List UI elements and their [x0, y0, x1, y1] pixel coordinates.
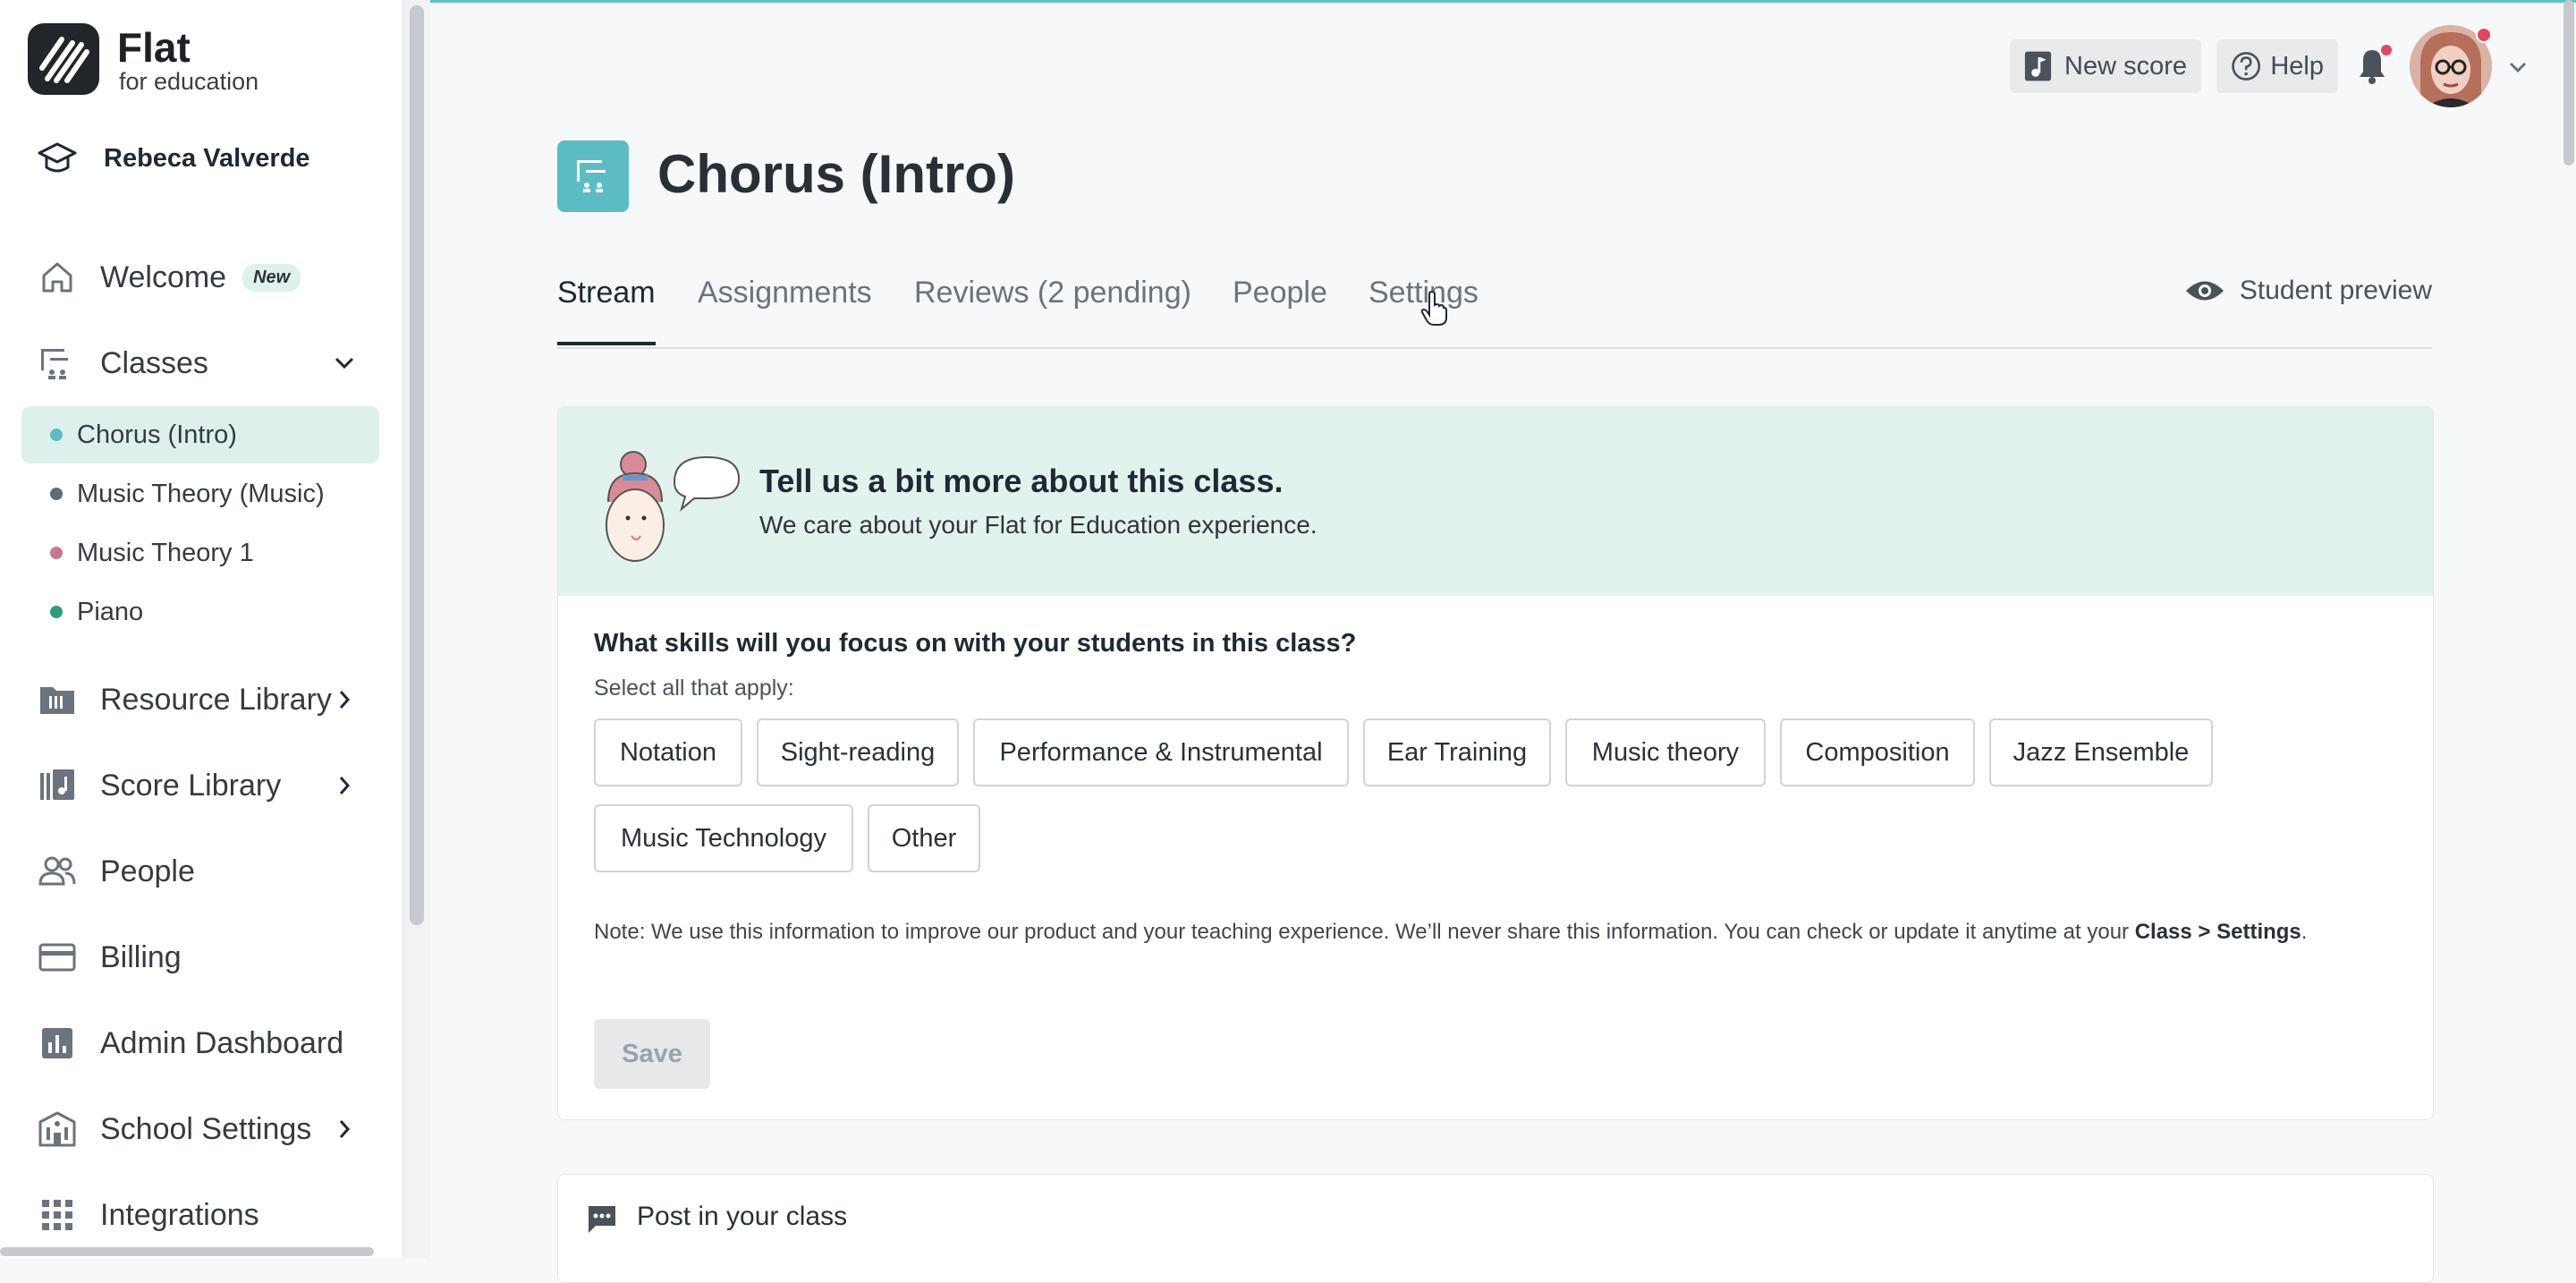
privacy-note-text: Note: We use this information to improve…: [594, 920, 2135, 944]
class-item-label: Music Theory 1: [77, 538, 254, 567]
classes-icon: [38, 344, 77, 383]
sidebar-item-label: People: [100, 854, 195, 888]
notification-dot: [2381, 45, 2392, 55]
sidebar-item-label: Score Library: [100, 768, 282, 803]
tab-assignments[interactable]: Assignments: [698, 276, 872, 310]
privacy-note-end: .: [2301, 920, 2308, 944]
student-preview-button[interactable]: Student preview: [2184, 276, 2432, 306]
music-note-icon: [2024, 51, 2052, 81]
sidebar-scrollbar-thumb[interactable]: [410, 5, 424, 925]
new-score-label: New score: [2064, 51, 2187, 81]
sidebar-item-admin-dashboard[interactable]: Admin Dashboard: [38, 1018, 343, 1068]
skill-option-music-technology[interactable]: Music Technology: [594, 804, 853, 872]
survey-hint: Select all that apply:: [594, 675, 794, 701]
avatar-status-dot: [2476, 27, 2492, 43]
class-icon: [557, 140, 629, 212]
class-settings-link[interactable]: Class > Settings: [2135, 920, 2301, 944]
graduation-cap-icon: [38, 142, 77, 173]
user-name: Rebeca Valverde: [104, 143, 310, 173]
class-item-label: Music Theory (Music): [77, 479, 325, 508]
class-item-label: Piano: [77, 597, 144, 626]
brand-tagline: for education: [119, 68, 259, 95]
eye-icon: [2185, 281, 2224, 301]
student-preview-label: Student preview: [2239, 276, 2432, 305]
school-icon: [38, 1109, 77, 1149]
help-label: Help: [2270, 51, 2324, 81]
class-color-dot: [50, 488, 63, 500]
sidebar-item-welcome[interactable]: Welcome New: [38, 252, 301, 302]
class-color-dot: [50, 429, 63, 441]
survey-title: Tell us a bit more about this class.: [759, 463, 1284, 499]
grid-icon: [38, 1195, 77, 1235]
sidebar-item-label: Billing: [100, 939, 182, 974]
chevron-down-icon[interactable]: [331, 350, 358, 377]
skill-option-performance-instrumental[interactable]: Performance & Instrumental: [973, 718, 1349, 786]
user-profile-row[interactable]: Rebeca Valverde: [38, 139, 310, 178]
skill-option-other[interactable]: Other: [868, 804, 980, 872]
tab-stream[interactable]: Stream: [557, 276, 656, 310]
skill-option-jazz-ensemble[interactable]: Jazz Ensemble: [1989, 718, 2213, 786]
class-color-dot: [50, 547, 63, 559]
class-item-label: Chorus (Intro): [77, 420, 237, 449]
sidebar-item-label: School Settings: [100, 1111, 312, 1146]
chevron-right-icon[interactable]: [331, 686, 358, 713]
survey-question: What skills will you focus on with your …: [594, 629, 1357, 658]
tab-people[interactable]: People: [1233, 276, 1327, 310]
tab-reviews[interactable]: Reviews (2 pending): [914, 276, 1191, 310]
skill-option-music-theory[interactable]: Music theory: [1565, 718, 1766, 786]
comment-icon: [589, 1206, 615, 1233]
skill-option-notation[interactable]: Notation: [594, 718, 742, 786]
sidebar-item-score-library[interactable]: Score Library: [38, 760, 281, 811]
sidebar: Flat for education Rebeca Valverde Welco…: [0, 0, 403, 1258]
active-tab-indicator: [557, 342, 656, 345]
sidebar-item-integrations[interactable]: Integrations: [38, 1190, 259, 1240]
chevron-right-icon[interactable]: [331, 772, 358, 799]
sidebar-horizontal-scrollbar[interactable]: [0, 1247, 374, 1256]
class-item-chorus-intro[interactable]: Chorus (Intro): [21, 406, 379, 463]
class-color-dot: [50, 606, 63, 618]
class-item-piano[interactable]: Piano: [21, 583, 379, 641]
help-icon: [2232, 52, 2261, 81]
sidebar-item-people[interactable]: People: [38, 846, 195, 896]
sidebar-item-classes[interactable]: Classes: [38, 338, 208, 388]
sidebar-item-label: Integrations: [100, 1197, 259, 1232]
new-score-button[interactable]: New score: [2010, 39, 2201, 93]
main-scrollbar-thumb[interactable]: [2563, 0, 2574, 166]
sidebar-item-label: Welcome: [100, 259, 227, 294]
survey-subtitle: We care about your Flat for Education ex…: [759, 511, 1318, 539]
skill-option-ear-training[interactable]: Ear Training: [1363, 718, 1551, 786]
new-badge: New: [242, 263, 301, 292]
skill-option-composition[interactable]: Composition: [1780, 718, 1975, 786]
sidebar-item-label: Resource Library: [100, 682, 332, 717]
class-tabs: Stream Assignments Reviews (2 pending) P…: [557, 268, 2432, 349]
sidebar-item-label: Admin Dashboard: [100, 1025, 344, 1060]
chevron-right-icon[interactable]: [331, 1116, 358, 1143]
post-in-class-card[interactable]: Post in your class: [557, 1174, 2434, 1283]
bar-chart-icon: [38, 1024, 77, 1063]
class-item-music-theory-music[interactable]: Music Theory (Music): [21, 465, 379, 523]
chevron-down-icon[interactable]: [2504, 54, 2531, 81]
sidebar-item-resource-library[interactable]: Resource Library: [38, 675, 332, 725]
class-item-music-theory-1[interactable]: Music Theory 1: [21, 524, 379, 582]
home-icon: [38, 258, 77, 297]
brand-name: Flat: [117, 24, 191, 71]
post-in-class-label: Post in your class: [637, 1202, 848, 1231]
skill-option-sight-reading[interactable]: Sight-reading: [757, 718, 959, 786]
class-survey-card: Tell us a bit more about this class. We …: [557, 406, 2434, 1120]
sidebar-item-label: Classes: [100, 345, 208, 380]
help-button[interactable]: Help: [2216, 39, 2338, 93]
teacher-illustration: [606, 451, 741, 562]
flat-logo-icon: [28, 23, 99, 95]
folder-icon: [38, 680, 77, 719]
score-library-icon: [38, 766, 77, 805]
survey-banner: Tell us a bit more about this class. We …: [558, 407, 2433, 596]
sidebar-item-billing[interactable]: Billing: [38, 932, 182, 982]
hand-cursor-icon: [1420, 291, 1447, 326]
save-button[interactable]: Save: [594, 1019, 710, 1089]
page-title: Chorus (Intro): [657, 144, 1015, 204]
credit-card-icon: [38, 938, 77, 977]
sidebar-item-school-settings[interactable]: School Settings: [38, 1104, 311, 1154]
people-icon: [38, 852, 77, 891]
privacy-note: Note: We use this information to improve…: [594, 917, 2374, 947]
